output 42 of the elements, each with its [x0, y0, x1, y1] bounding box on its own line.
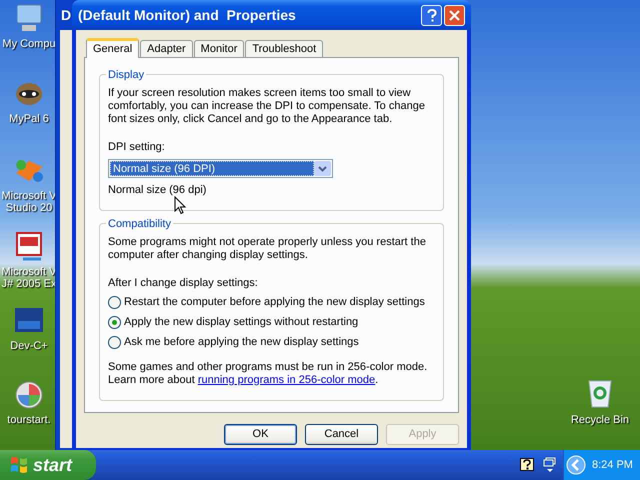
display-description: If your screen resolution makes screen items too small to view comfortably, you can increase the DPI to compensate. To change font sizes only, click Cancel and go to the Appearance tab. — [108, 87, 426, 126]
radio-button[interactable] — [108, 316, 121, 328]
compatibility-description: Some programs might not operate properly unless you restart the computer after changing display settings. — [108, 236, 427, 262]
radio-label: Ask me before applying the new display settings — [124, 334, 359, 350]
learn-more-text: Learn more about — [108, 374, 195, 386]
icon-label: tourstart. — [7, 414, 51, 426]
dialog-button[interactable]: OK — [224, 424, 297, 445]
tab[interactable]: General — [86, 38, 140, 58]
icon-label: Recycle Bin — [570, 413, 630, 428]
field-label: DPI setting: — [108, 140, 166, 155]
help-icon[interactable] — [520, 458, 534, 472]
help-button[interactable] — [421, 4, 442, 26]
tab[interactable]: Adapter — [140, 40, 193, 57]
tab[interactable]: Monitor — [194, 40, 244, 57]
group-legend: Compatibility — [106, 216, 173, 232]
clock: 8:24 PM — [592, 458, 633, 473]
radio-button[interactable] — [108, 336, 121, 348]
close-icon — [449, 10, 460, 20]
icon-label: Dev-C+ — [10, 340, 48, 352]
period-text: . — [375, 374, 378, 386]
help-link[interactable]: running programs in 256-color mode — [198, 374, 376, 386]
radio-label: Apply the new display settings without restarting — [124, 314, 358, 330]
icon-label: MyPal 6 — [9, 113, 49, 125]
tab[interactable]: Troubleshoot — [245, 40, 324, 57]
help-icon — [426, 8, 436, 22]
radio-button[interactable] — [108, 296, 121, 308]
group-legend: Display — [106, 67, 146, 84]
radio-label: Restart the computer before applying the new display settings — [124, 294, 425, 310]
window-title: (Default Monitor) and Properties — [78, 6, 297, 25]
options-prompt: After I change display settings: — [108, 276, 259, 291]
chevron-left-icon[interactable] — [566, 455, 586, 475]
dialog-button[interactable]: Cancel — [305, 424, 378, 445]
mouse-cursor-icon — [174, 196, 186, 215]
windows-icon[interactable] — [543, 457, 557, 473]
start-button[interactable]: start — [0, 450, 96, 480]
dpi-select[interactable]: Normal size (96 DPI) — [108, 158, 333, 178]
dpi-caption: Normal size (96 dpi) — [108, 182, 206, 198]
windows-logo-icon — [10, 456, 28, 474]
window-title: D — [61, 6, 72, 24]
close-button[interactable] — [444, 4, 465, 26]
color-mode-note: Some games and other programs must be run in 256-color mode. — [108, 360, 428, 374]
icon-label: My Compu — [2, 38, 56, 50]
